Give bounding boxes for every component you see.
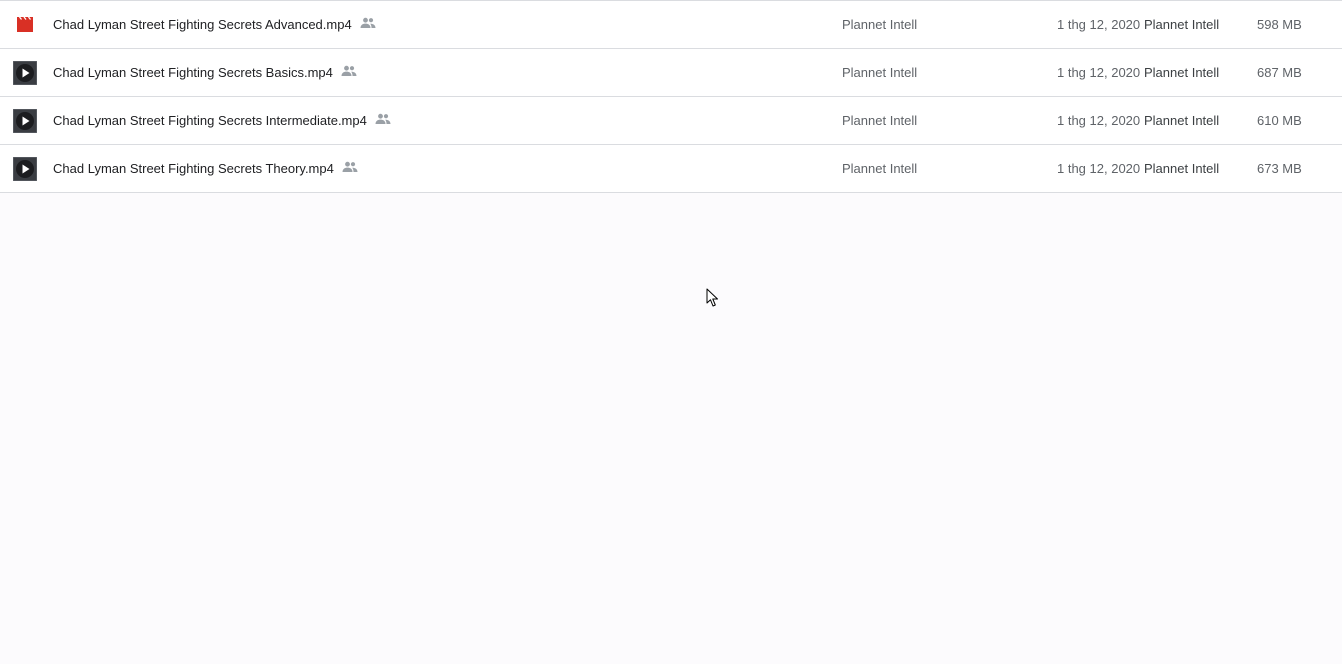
file-name[interactable]: Chad Lyman Street Fighting Secrets Advan…: [53, 1, 352, 49]
video-thumbnail-play-icon: [13, 61, 37, 85]
owner-cell: Plannet Intell: [842, 17, 918, 32]
modified-date-cell: 1 thg 12, 2020: [1057, 17, 1141, 32]
modified-by-cell: Plannet Intell: [1144, 113, 1220, 128]
modified-by-cell: Plannet Intell: [1144, 161, 1220, 176]
video-clapperboard-icon: [13, 13, 37, 37]
modified-date-cell: 1 thg 12, 2020: [1057, 161, 1141, 176]
shared-people-icon: [341, 65, 357, 76]
shared-people-icon: [342, 161, 358, 172]
modified-date-cell: 1 thg 12, 2020: [1057, 113, 1141, 128]
file-size-cell: 610 MB: [1257, 113, 1302, 128]
file-row[interactable]: Chad Lyman Street Fighting Secrets Inter…: [0, 97, 1342, 145]
file-row[interactable]: Chad Lyman Street Fighting Secrets Advan…: [0, 1, 1342, 49]
file-size-cell: 687 MB: [1257, 65, 1302, 80]
modified-by-cell: Plannet Intell: [1144, 17, 1220, 32]
file-list: Chad Lyman Street Fighting Secrets Advan…: [0, 0, 1342, 193]
video-thumbnail-play-icon: [13, 157, 37, 181]
file-row[interactable]: Chad Lyman Street Fighting Secrets Theor…: [0, 145, 1342, 193]
mouse-pointer-icon: [706, 288, 718, 307]
file-name[interactable]: Chad Lyman Street Fighting Secrets Basic…: [53, 49, 333, 97]
file-size-cell: 673 MB: [1257, 161, 1302, 176]
shared-people-icon: [375, 113, 391, 124]
owner-cell: Plannet Intell: [842, 65, 918, 80]
file-row[interactable]: Chad Lyman Street Fighting Secrets Basic…: [0, 49, 1342, 97]
file-size-cell: 598 MB: [1257, 17, 1302, 32]
shared-people-icon: [360, 17, 376, 28]
modified-by-cell: Plannet Intell: [1144, 65, 1220, 80]
modified-date-cell: 1 thg 12, 2020: [1057, 65, 1141, 80]
owner-cell: Plannet Intell: [842, 113, 918, 128]
file-name[interactable]: Chad Lyman Street Fighting Secrets Theor…: [53, 145, 334, 193]
video-thumbnail-play-icon: [13, 109, 37, 133]
owner-cell: Plannet Intell: [842, 161, 918, 176]
file-name[interactable]: Chad Lyman Street Fighting Secrets Inter…: [53, 97, 367, 145]
